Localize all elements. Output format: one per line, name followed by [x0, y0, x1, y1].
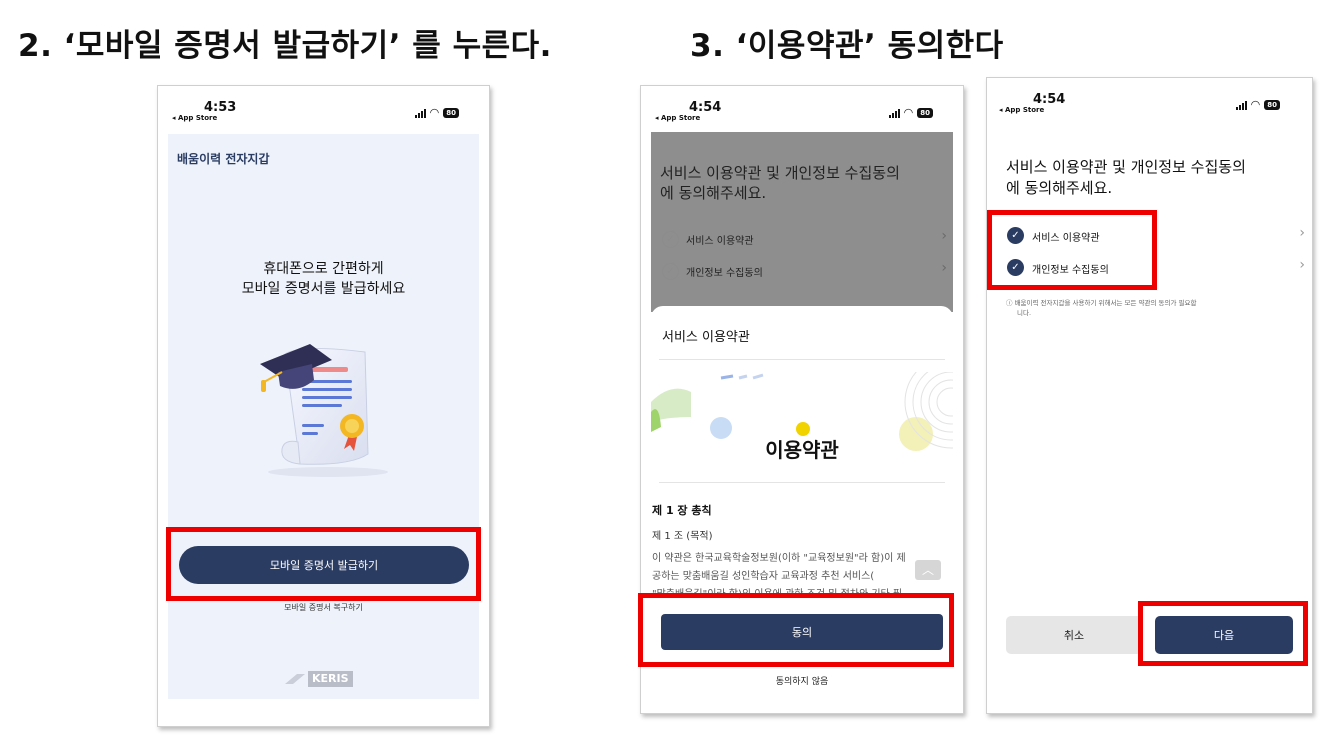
consent-title-line-2: 에 동의해주세요.: [1006, 179, 1113, 197]
terms-body-line: 공하는 맞춤배움길 성인학습자 교육과정 추천 서비스(: [652, 571, 875, 582]
consent-title-line-1: 서비스 이용약관 및 개인정보 수집동의: [660, 164, 900, 182]
highlight-agree-button: [638, 593, 954, 667]
app-title: 배움이력 전자지갑: [177, 152, 270, 166]
consent-notice-line-2: 니다.: [1017, 309, 1032, 317]
consent-item-terms: 서비스 이용약관: [686, 236, 754, 247]
chevron-right-icon: ›: [941, 260, 947, 276]
status-icons: ◠ 80: [414, 106, 459, 119]
step3-heading: 3. ‘이용약관’ 동의한다: [690, 28, 1004, 64]
scroll-to-top-button[interactable]: ︿: [915, 560, 941, 580]
app-content: 배움이력 전자지갑 휴대폰으로 간편하게 모바일 증명서를 발급하세요 모바일 …: [168, 134, 479, 699]
check-circle-icon: ✓: [662, 263, 679, 280]
status-icons: ◠ 80: [1235, 98, 1280, 111]
keris-logo-text: KERIS: [308, 671, 353, 687]
terms-banner: 이용약관: [651, 372, 953, 472]
terms-body-line: 이 약관은 한국교육학술정보원(이하 "교육정보원"라 함)이 제: [652, 553, 906, 564]
highlight-consent-checks: [987, 210, 1157, 290]
keris-mark-icon: [285, 674, 305, 684]
clock: 4:54: [689, 100, 722, 115]
banner-title: 이용약관: [765, 438, 839, 462]
wifi-icon: ◠: [903, 106, 914, 119]
restore-certificate-link[interactable]: 모바일 증명서 복구하기: [168, 602, 479, 613]
cancel-button[interactable]: 취소: [1006, 616, 1142, 654]
back-to-app-store-link[interactable]: ◂ App Store: [999, 106, 1044, 114]
highlight-issue-button: [166, 527, 481, 601]
signal-icon: [1235, 100, 1247, 110]
phone-screen-1: 4:53 ◂ App Store ◠ 80 배움이력 전자지갑 휴대폰으로 간편…: [157, 85, 490, 727]
status-icons: ◠ 80: [888, 106, 933, 119]
article-heading: 제 1 조 (목적): [652, 531, 713, 542]
certificate-illustration-icon: [260, 344, 388, 477]
status-bar: 4:54 ◂ App Store ◠ 80: [641, 86, 963, 124]
signal-icon: [888, 108, 900, 118]
chevron-right-icon: ›: [941, 228, 947, 244]
check-circle-icon: ✓: [662, 231, 679, 248]
sheet-title: 서비스 이용약관: [662, 330, 750, 345]
clock: 4:54: [1033, 92, 1066, 107]
back-to-app-store-link[interactable]: ◂ App Store: [172, 114, 217, 122]
chevron-right-icon[interactable]: ›: [1299, 257, 1305, 273]
step2-heading: 2. ‘모바일 증명서 발급하기’ 를 누른다.: [18, 28, 552, 64]
wifi-icon: ◠: [1250, 98, 1261, 111]
battery-icon: 80: [443, 108, 459, 118]
battery-icon: 80: [917, 108, 933, 118]
highlight-next-button: [1138, 601, 1308, 666]
consent-notice-line-1: ⓘ 배움이력 전자지갑을 사용하기 위해서는 모든 약관의 동의가 필요합: [1006, 299, 1197, 307]
divider: [659, 482, 945, 483]
keris-logo: KERIS: [285, 670, 363, 688]
chevron-right-icon[interactable]: ›: [1299, 225, 1305, 241]
back-to-app-store-link[interactable]: ◂ App Store: [655, 114, 700, 122]
clock: 4:53: [204, 100, 237, 115]
consent-title-line-2: 에 동의해주세요.: [660, 184, 767, 202]
consent-title-line-1: 서비스 이용약관 및 개인정보 수집동의: [1006, 158, 1246, 176]
hero-line-1: 휴대폰으로 간편하게: [263, 261, 384, 277]
signal-icon: [414, 108, 426, 118]
battery-icon: 80: [1264, 100, 1280, 110]
status-bar: 4:53 ◂ App Store ◠ 80: [158, 86, 489, 124]
divider: [659, 359, 945, 360]
hero-line-2: 모바일 증명서를 발급하세요: [241, 281, 406, 297]
status-bar: 4:54 ◂ App Store ◠ 80: [987, 78, 1312, 116]
consent-item-privacy: 개인정보 수집동의: [686, 268, 763, 279]
wifi-icon: ◠: [429, 106, 440, 119]
dimmed-consent-background: 서비스 이용약관 및 개인정보 수집동의 에 동의해주세요. ✓ 서비스 이용약…: [651, 132, 953, 312]
disagree-link[interactable]: 동의하지 않음: [651, 674, 953, 687]
chapter-heading: 제 1 장 총칙: [652, 504, 712, 517]
